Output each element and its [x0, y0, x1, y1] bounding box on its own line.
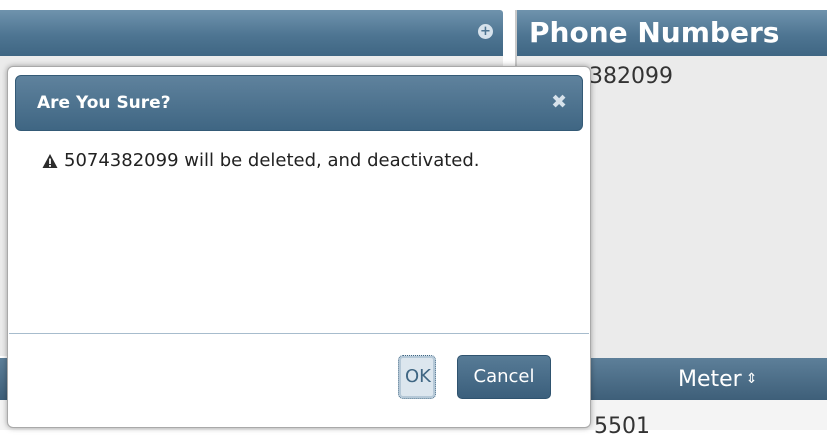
plus-circle-icon[interactable]: +: [478, 24, 493, 39]
table-cell-text: 5501: [594, 414, 650, 439]
left-panel-header: +: [0, 10, 503, 56]
ok-button[interactable]: OK: [398, 355, 436, 399]
dialog-message: 5074382099 will be deleted, and deactiva…: [64, 150, 480, 171]
close-icon[interactable]: ✖: [551, 92, 567, 112]
sort-icon[interactable]: ⇕: [746, 371, 758, 387]
phone-numbers-header: Phone Numbers: [517, 10, 827, 56]
dialog-title: Are You Sure?: [37, 93, 171, 113]
warning-icon: [42, 154, 58, 168]
meter-column-label: Meter: [678, 367, 742, 392]
meter-column-header[interactable]: Meter ⇕: [678, 367, 757, 392]
dialog-divider: [9, 333, 589, 334]
dialog-title-bar[interactable]: Are You Sure? ✖: [15, 75, 583, 131]
cancel-button[interactable]: Cancel: [457, 355, 551, 399]
confirm-dialog: Are You Sure? ✖ 5074382099 will be delet…: [7, 66, 591, 428]
phone-numbers-title: Phone Numbers: [529, 16, 780, 49]
